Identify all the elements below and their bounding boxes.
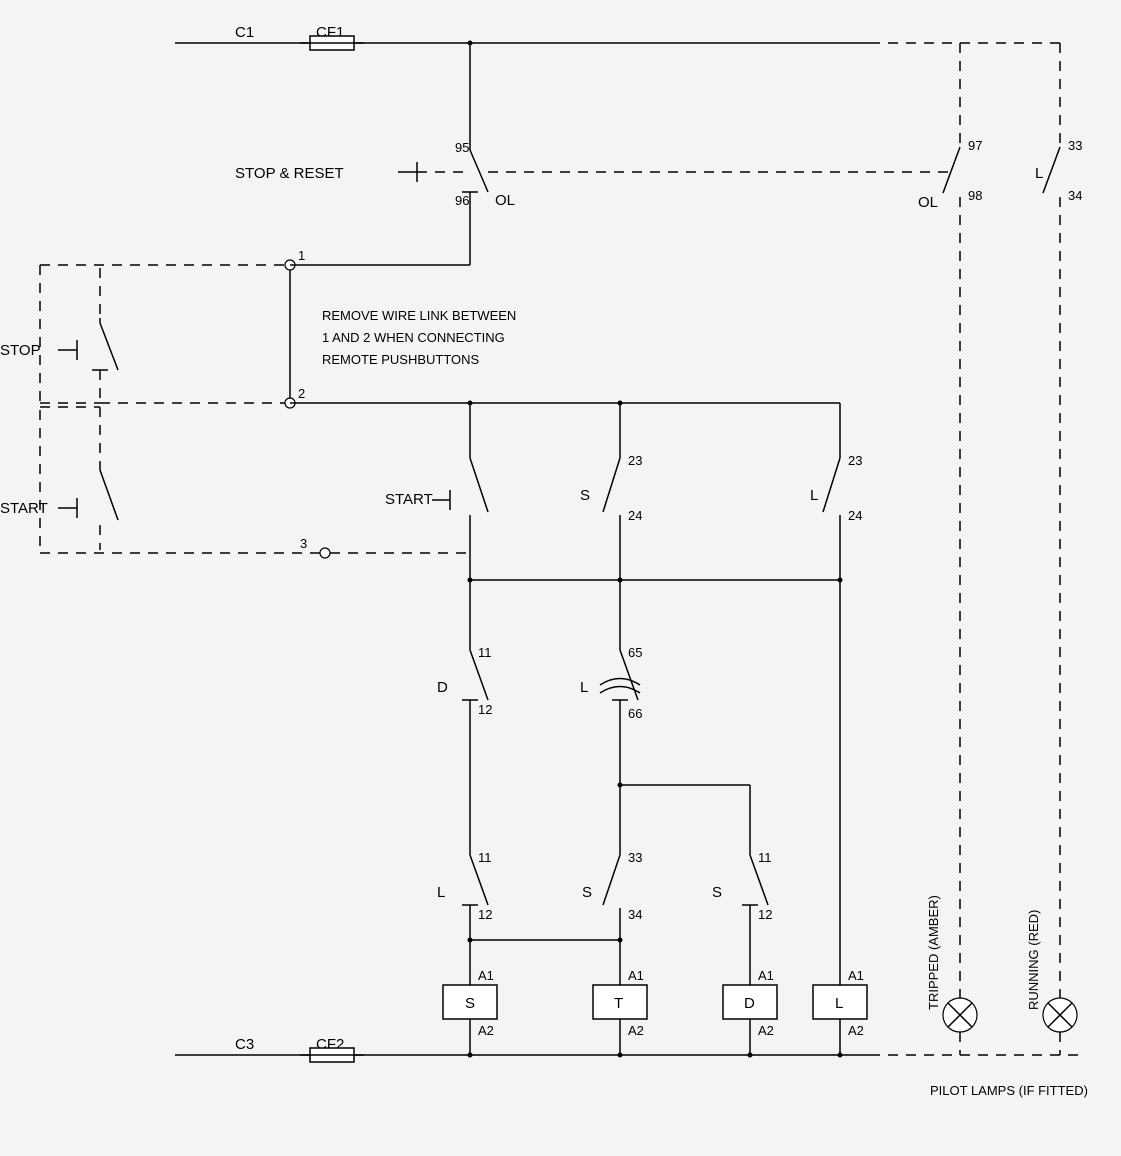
terminal-a2-l: A2 — [848, 1023, 864, 1038]
note-line1: REMOVE WIRE LINK BETWEEN — [322, 308, 516, 323]
label-running: RUNNING (RED) — [1026, 910, 1041, 1010]
terminal-s33: 33 — [628, 850, 642, 865]
junction-dot — [618, 938, 623, 943]
terminal-l66: 66 — [628, 706, 642, 721]
terminal-l24: 24 — [848, 508, 862, 523]
label-l-timer: L — [580, 679, 588, 696]
terminal-d12: 12 — [478, 702, 492, 717]
terminal-snc12: 12 — [758, 907, 772, 922]
contact-no — [470, 458, 488, 512]
label-ol-right: OL — [918, 194, 938, 211]
label-remote-stop: STOP — [0, 342, 41, 359]
contact-no — [943, 147, 960, 193]
junction-dot — [468, 938, 473, 943]
note-line3: REMOTE PUSHBUTTONS — [322, 352, 480, 367]
terminal-a1-l: A1 — [848, 968, 864, 983]
junction-dot — [838, 1053, 843, 1058]
contact-nc — [100, 323, 118, 370]
terminal-98: 98 — [968, 188, 982, 203]
junction-dot — [838, 578, 843, 583]
label-d-nc: D — [437, 679, 448, 696]
label-pilot-note: PILOT LAMPS (IF FITTED) — [930, 1083, 1088, 1098]
label-remote-start: START — [0, 500, 48, 517]
terminal-97: 97 — [968, 138, 982, 153]
terminal-l65: 65 — [628, 645, 642, 660]
junction-dot — [618, 783, 623, 788]
terminal-34: 34 — [1068, 188, 1082, 203]
label-node2: 2 — [298, 386, 305, 401]
junction-dot — [468, 1053, 473, 1058]
junction-dot — [618, 578, 623, 583]
coil-l-label: L — [835, 995, 843, 1012]
junction-dot — [618, 1053, 623, 1058]
terminal-s34: 34 — [628, 907, 642, 922]
label-tripped: TRIPPED (AMBER) — [926, 895, 941, 1010]
terminal-a1-d: A1 — [758, 968, 774, 983]
terminal-95: 95 — [455, 140, 469, 155]
label-s-no: S — [582, 884, 592, 901]
label-stop-reset: STOP & RESET — [235, 165, 344, 182]
label-c1: C1 — [235, 24, 254, 41]
contact-no — [1043, 147, 1060, 193]
contact-no — [823, 458, 840, 512]
contact-no — [603, 458, 620, 512]
junction-dot — [468, 401, 473, 406]
terminal-s24: 24 — [628, 508, 642, 523]
note-line2: 1 AND 2 WHEN CONNECTING — [322, 330, 505, 345]
terminal-96: 96 — [455, 193, 469, 208]
terminal-s23: 23 — [628, 453, 642, 468]
terminal-33: 33 — [1068, 138, 1082, 153]
terminal-a1-s: A1 — [478, 968, 494, 983]
label-node1: 1 — [298, 248, 305, 263]
coil-d-label: D — [744, 995, 755, 1012]
terminal-l11: 11 — [478, 850, 492, 865]
terminal-a2-t: A2 — [628, 1023, 644, 1038]
label-l-hold: L — [810, 487, 818, 504]
label-c3: C3 — [235, 1036, 254, 1053]
timer-icon — [600, 679, 640, 686]
label-local-start: START — [385, 491, 433, 508]
contact-no — [603, 855, 620, 905]
label-l-right: L — [1035, 165, 1043, 182]
coil-s-label: S — [465, 995, 475, 1012]
junction-dot — [748, 1053, 753, 1058]
label-l-nc: L — [437, 884, 445, 901]
terminal-a2-d: A2 — [758, 1023, 774, 1038]
contact-nc — [470, 150, 488, 192]
coil-t-label: T — [614, 995, 623, 1012]
label-s-hold: S — [580, 487, 590, 504]
terminal-l12: 12 — [478, 907, 492, 922]
terminal-l23: 23 — [848, 453, 862, 468]
label-s-nc: S — [712, 884, 722, 901]
node-3 — [320, 548, 330, 558]
terminal-d11: 11 — [478, 645, 492, 660]
label-ol: OL — [495, 192, 515, 209]
terminal-a2-s: A2 — [478, 1023, 494, 1038]
terminal-snc11: 11 — [758, 850, 772, 865]
terminal-a1-t: A1 — [628, 968, 644, 983]
junction-dot — [468, 578, 473, 583]
contact-no — [100, 470, 118, 520]
junction-dot — [468, 41, 473, 46]
label-node3: 3 — [300, 536, 307, 551]
junction-dot — [618, 401, 623, 406]
